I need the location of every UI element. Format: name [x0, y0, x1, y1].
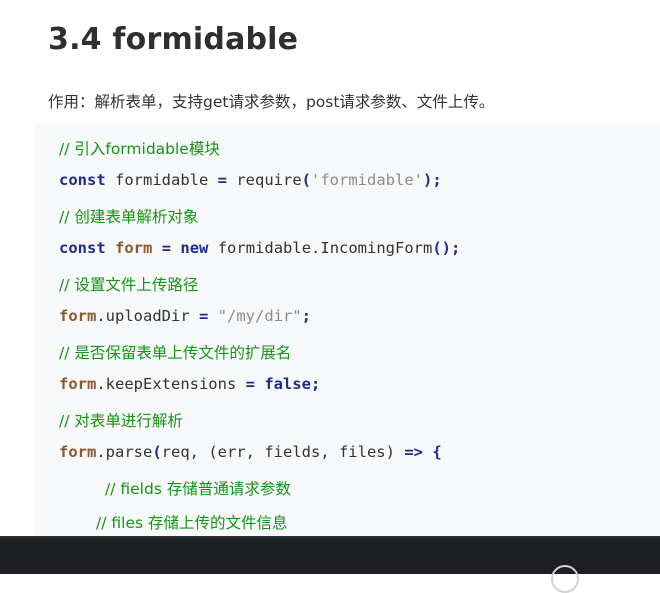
code-text: require — [227, 171, 302, 189]
code-comment-fields: // fields 存储普通请求参数 — [105, 480, 291, 498]
arrow: => — [404, 443, 423, 461]
identifier: form — [115, 239, 153, 257]
bottom-toolbar — [0, 536, 660, 593]
semicolon: ; — [451, 239, 461, 257]
semicolon: ; — [432, 171, 442, 189]
code-text: formidable.IncomingForm — [208, 239, 433, 257]
code-comment-create: // 创建表单解析对象 — [59, 208, 199, 226]
semicolon: ; — [301, 307, 311, 325]
code-line-parse: form.parse(req, (err, fields, files) => … — [59, 443, 442, 461]
code-line-require: const formidable = require('formidable')… — [59, 171, 442, 189]
code-comment-parse: // 对表单进行解析 — [59, 412, 183, 430]
paren: ( — [152, 443, 162, 461]
code-comment-files: // files 存储上传的文件信息 — [96, 514, 288, 532]
toolbar-divider — [0, 536, 660, 538]
semicolon: ; — [310, 375, 321, 393]
paren: () — [432, 239, 452, 257]
code-line-upload-dir: form.uploadDir = "/my/dir"; — [59, 307, 311, 325]
identifier: form — [59, 307, 97, 325]
paren: ) — [422, 171, 433, 189]
code-comment-import: // 引入formidable模块 — [59, 140, 220, 158]
identifier: form — [59, 443, 97, 461]
operator: = — [161, 239, 172, 257]
string-literal: 'formidable' — [311, 171, 423, 189]
string-literal: "/my/dir" — [208, 307, 302, 325]
operator: = — [245, 375, 255, 393]
operator: = — [217, 171, 227, 189]
identifier: form — [59, 375, 97, 393]
code-text: .uploadDir — [96, 307, 199, 325]
operator: = — [198, 307, 209, 325]
code-line-new-form: const form = new formidable.IncomingForm… — [59, 239, 460, 257]
code-comment-path: // 设置文件上传路径 — [59, 276, 199, 294]
code-text: formidable — [105, 171, 218, 189]
code-text: req, (err, fields, files) — [161, 443, 405, 461]
code-line-keep-ext: form.keepExtensions = false; — [59, 375, 320, 393]
intro-text: 作用：解析表单，支持get请求参数，post请求参数、文件上传。 — [48, 93, 495, 111]
paren: ( — [301, 171, 311, 189]
keyword: new — [180, 239, 209, 257]
code-text: .parse — [96, 443, 153, 461]
circle-icon[interactable] — [551, 565, 579, 593]
keyword: false — [254, 375, 311, 393]
keyword: const — [59, 171, 106, 189]
brace: { — [422, 443, 442, 461]
code-text: .keepExtensions — [96, 375, 246, 393]
page-title: 3.4 formidable — [48, 22, 299, 57]
keyword: const — [59, 239, 106, 257]
code-comment-extension: // 是否保留表单上传文件的扩展名 — [59, 344, 292, 362]
